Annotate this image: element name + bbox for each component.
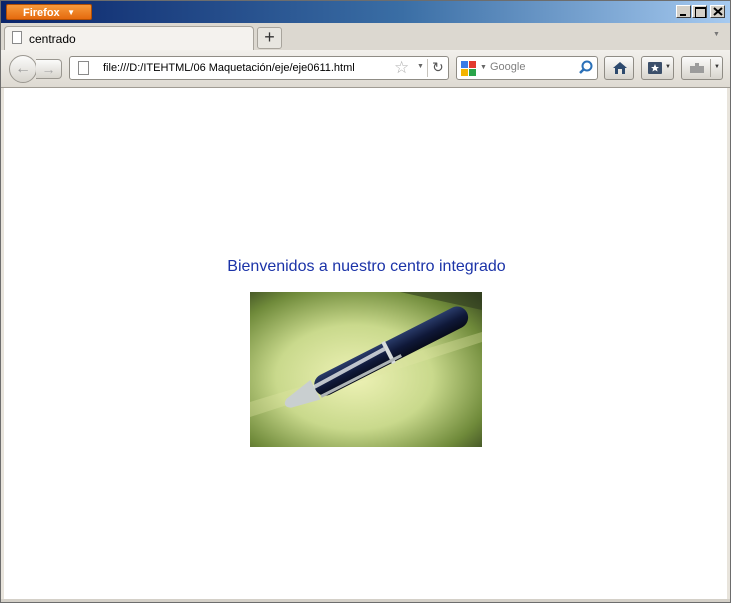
google-logo-icon[interactable] [461, 61, 476, 76]
minimize-button[interactable] [676, 5, 691, 18]
page-heading: Bienvenidos a nuestro centro integrado [227, 258, 506, 275]
tab-label: centrado [29, 32, 76, 46]
close-button[interactable] [710, 5, 725, 18]
tab-strip: centrado + ▼ [1, 23, 730, 50]
forward-arrow-icon: → [41, 61, 56, 77]
separator [710, 59, 711, 77]
chevron-down-icon[interactable]: ▼ [714, 64, 720, 70]
tab-centrado[interactable]: centrado [4, 26, 254, 50]
reload-icon[interactable]: ↻ [432, 59, 444, 76]
home-button[interactable] [604, 56, 634, 80]
pen-photo [250, 292, 482, 447]
search-engine-dropdown-icon[interactable]: ▼ [480, 64, 487, 71]
url-bar[interactable]: file:///D:/ITEHTML/06 Maquetación/eje/ej… [69, 56, 449, 80]
status-bar [1, 599, 730, 602]
search-input[interactable] [490, 61, 572, 73]
firefox-menu-label: Firefox [23, 7, 60, 19]
back-button[interactable]: ← [9, 55, 37, 83]
chevron-down-icon: ▼ [665, 64, 671, 70]
maximize-icon [695, 7, 706, 18]
url-history-dropdown-icon[interactable]: ▼ [417, 63, 424, 70]
home-icon [613, 62, 627, 74]
star-icon[interactable]: ☆ [394, 58, 409, 78]
page-icon [78, 61, 89, 75]
bookmarks-button[interactable]: ▼ [641, 56, 674, 80]
maximize-button[interactable] [692, 5, 707, 18]
addons-button[interactable]: ▼ [681, 56, 723, 80]
back-arrow-icon: ← [15, 60, 31, 77]
puzzle-icon [690, 63, 704, 73]
chevron-down-icon: ▼ [67, 8, 75, 17]
navigation-toolbar: ← → file:///D:/ITEHTML/06 Maquetación/ej… [1, 50, 730, 88]
page-content: Bienvenidos a nuestro centro integrado [4, 88, 727, 599]
page-icon [12, 31, 22, 44]
minimize-icon [680, 14, 686, 16]
tab-list-icon[interactable]: ▼ [713, 31, 720, 38]
new-tab-button[interactable]: + [257, 27, 282, 49]
bookmarks-icon [648, 62, 662, 74]
forward-button[interactable]: → [36, 59, 62, 79]
title-bar: Firefox ▼ [1, 1, 730, 23]
separator [427, 59, 428, 77]
url-text[interactable]: file:///D:/ITEHTML/06 Maquetación/eje/ej… [103, 62, 355, 74]
browser-window: Firefox ▼ centrado + ▼ ← → file:///D:/IT… [0, 0, 731, 603]
search-box[interactable]: ▼ [456, 56, 598, 80]
firefox-menu-button[interactable]: Firefox ▼ [6, 4, 92, 20]
magnifier-icon[interactable] [577, 59, 595, 77]
close-icon [713, 7, 723, 16]
